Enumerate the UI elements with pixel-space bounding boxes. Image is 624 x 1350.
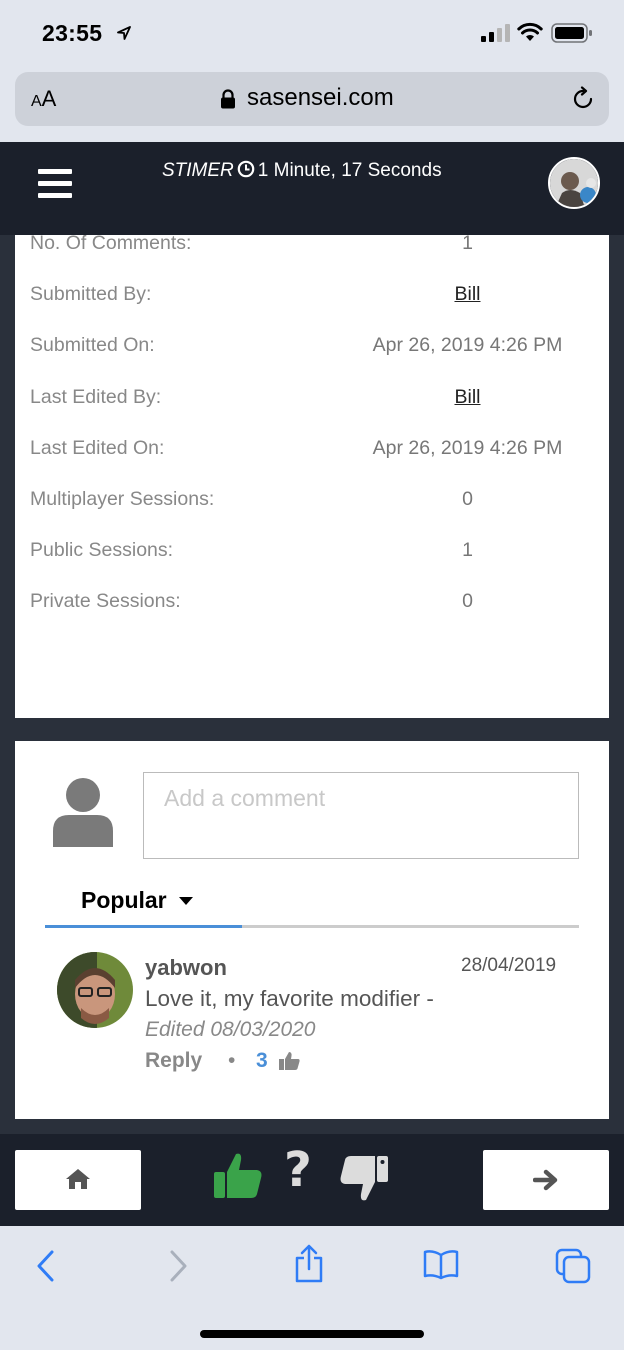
question-icon[interactable]: ? <box>284 1142 312 1198</box>
timer-value: 1 Minute, 17 Seconds <box>257 160 442 181</box>
home-button[interactable] <box>15 1150 141 1210</box>
user-avatar[interactable] <box>548 157 600 209</box>
back-icon[interactable] <box>34 1248 58 1284</box>
address-bar[interactable]: AA sasensei.com <box>15 72 609 126</box>
user-placeholder-icon <box>53 778 113 847</box>
submitted-by-link[interactable]: Bill <box>300 283 609 306</box>
browser-address-area: AA sasensei.com <box>0 66 624 142</box>
detail-row-multiplayer-sessions: Multiplayer Sessions: 0 <box>30 488 473 510</box>
comment-box[interactable] <box>143 772 579 859</box>
comments-card: Popular yabwon 28/04/2019 Love it, my fa… <box>15 741 609 1119</box>
hamburger-menu-icon[interactable] <box>38 169 72 199</box>
detail-row-last-edited-on: Last Edited On: Apr 26, 2019 4:26 PM <box>30 437 563 459</box>
status-time: 23:55 <box>42 20 103 46</box>
thumbs-up-icon[interactable] <box>279 1051 301 1071</box>
location-arrow-icon <box>117 26 131 40</box>
cellular-signal-icon <box>481 24 510 42</box>
tabs-icon[interactable] <box>555 1248 591 1284</box>
caret-down-icon <box>178 897 193 905</box>
app-header: STIMER 1 Minute, 17 Seconds <box>0 142 624 235</box>
clock-icon <box>237 160 255 178</box>
arrow-right-icon <box>533 1169 558 1191</box>
detail-row-comments: No. Of Comments: 1 <box>30 235 473 254</box>
thumbs-down-vote-icon[interactable] <box>340 1154 390 1204</box>
thumbs-up-vote-icon[interactable] <box>212 1150 264 1200</box>
wifi-icon <box>517 22 543 41</box>
comment-edited-note: Edited 08/03/2020 <box>145 1018 316 1041</box>
detail-row-submitted-by: Submitted By: Bill <box>30 283 590 313</box>
text-size-button[interactable]: AA <box>31 86 56 112</box>
comment-input[interactable] <box>164 785 564 812</box>
home-icon <box>66 1169 90 1189</box>
comment-vote-count: 3 <box>256 1049 268 1072</box>
ios-status-bar: 23:55 <box>0 0 624 66</box>
browser-toolbar <box>0 1226 624 1350</box>
details-card: No. Of Comments: 1 Submitted By: Bill Su… <box>15 235 609 718</box>
session-timer: STIMER 1 Minute, 17 Seconds <box>162 160 442 182</box>
detail-row-last-edited-by: Last Edited By: Bill <box>30 386 590 416</box>
comment-author[interactable]: yabwon <box>145 955 227 981</box>
commenter-avatar[interactable] <box>57 952 133 1028</box>
app-action-bar: ? <box>0 1134 624 1226</box>
share-icon[interactable] <box>292 1244 326 1284</box>
url-text[interactable]: sasensei.com <box>247 84 394 112</box>
timer-label: STIMER <box>162 160 234 181</box>
tab-active-indicator <box>45 925 242 928</box>
reply-button[interactable]: Reply <box>145 1049 202 1073</box>
reload-icon[interactable] <box>570 86 596 112</box>
comment-text: Love it, my favorite modifier - <box>145 986 434 1011</box>
comment-date: 28/04/2019 <box>461 955 557 976</box>
forward-icon[interactable] <box>166 1248 190 1284</box>
home-indicator <box>200 1330 424 1338</box>
sort-popular-tab[interactable]: Popular <box>81 887 193 914</box>
detail-row-submitted-on: Submitted On: Apr 26, 2019 4:26 PM <box>30 334 563 356</box>
separator-dot: • <box>228 1049 236 1072</box>
next-button[interactable] <box>483 1150 609 1210</box>
battery-icon <box>551 23 592 43</box>
last-edited-by-link[interactable]: Bill <box>300 386 609 409</box>
lock-icon <box>221 89 235 109</box>
detail-row-private-sessions: Private Sessions: 0 <box>30 590 473 612</box>
detail-row-public-sessions: Public Sessions: 1 <box>30 539 473 561</box>
bookmarks-icon[interactable] <box>423 1248 459 1280</box>
